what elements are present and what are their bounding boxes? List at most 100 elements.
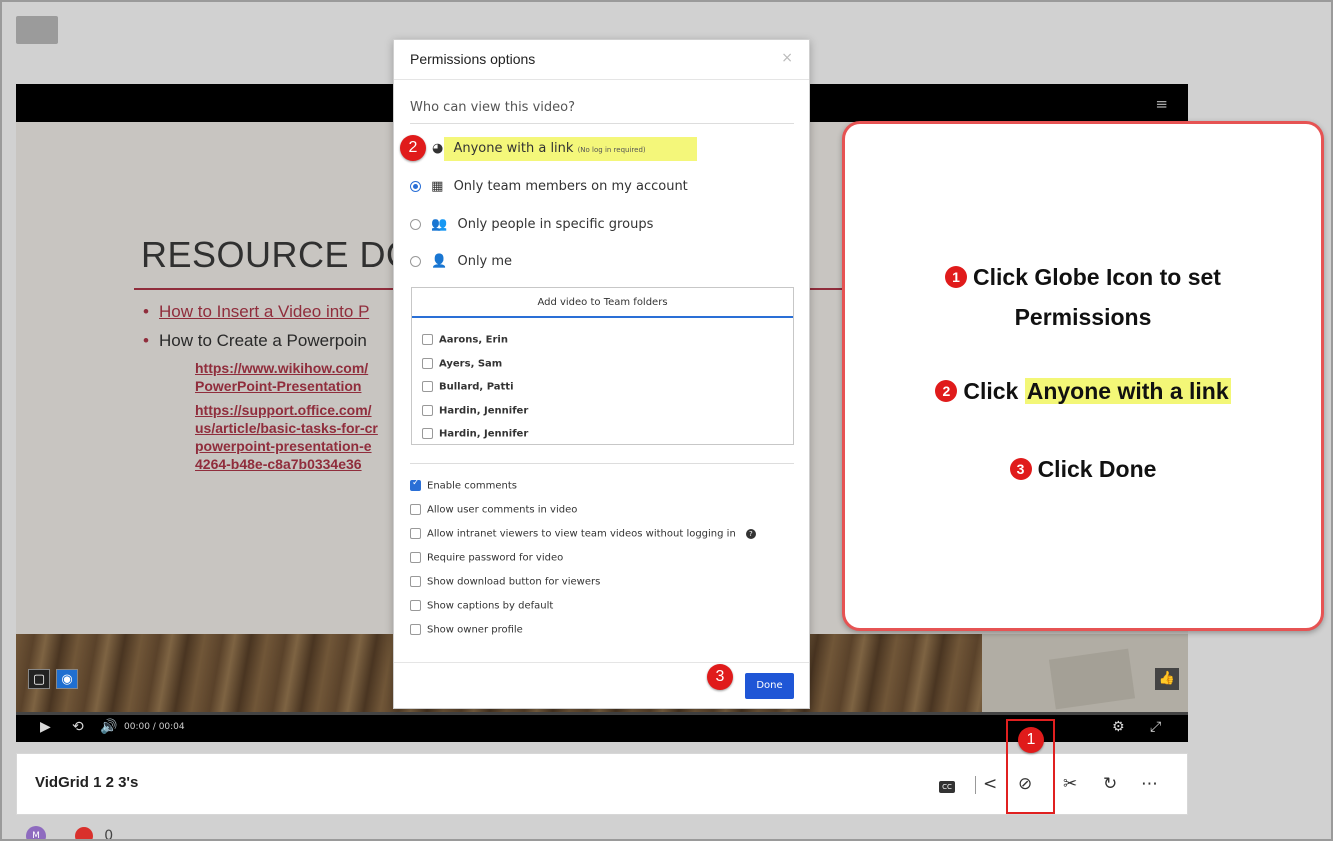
captions-button[interactable]: CC [939, 781, 955, 793]
permission-question: Who can view this video? [410, 100, 575, 115]
progress-bar[interactable] [16, 712, 1188, 715]
member-name: Hardin, Jennifer [439, 405, 529, 416]
instruction-step-1: 1 Click Globe Icon to set [845, 264, 1321, 291]
instruction-step-3: 3 Click Done [845, 456, 1321, 483]
checkbox[interactable] [422, 334, 433, 345]
enable-comments-option[interactable]: Enable comments [410, 478, 756, 504]
checkbox[interactable] [422, 357, 433, 369]
checkbox[interactable] [422, 381, 433, 392]
modal-title: Permissions options [410, 51, 536, 67]
checkbox-label: Show captions by default [427, 600, 554, 612]
divider [410, 123, 794, 124]
step-text: Click Globe Icon to set [973, 264, 1221, 290]
step-number-3: 3 [1009, 458, 1032, 480]
checkbox[interactable] [410, 576, 421, 587]
person-icon: 👤 [431, 254, 448, 269]
help-icon[interactable]: ? [745, 528, 756, 539]
share-icon[interactable]: < [983, 774, 997, 794]
building-icon: ▦ [431, 179, 444, 194]
thumbs-up-icon[interactable]: 👍 [1155, 668, 1179, 690]
option-label: Only people in specific groups [457, 217, 654, 232]
team-member-list[interactable]: Aarons, Erin Ayers, Sam Bullard, Patti H… [422, 334, 528, 452]
reaction-icon[interactable] [75, 826, 94, 839]
instruction-step-2: 2 Click Anyone with a link [845, 378, 1321, 405]
modal-header: Permissions options × [394, 40, 809, 80]
member-name: Aarons, Erin [439, 334, 508, 346]
divider [410, 463, 794, 464]
list-item[interactable]: Ayers, Sam [422, 357, 528, 382]
list-item[interactable]: Hardin, Jennifer [422, 404, 529, 429]
radio-selected[interactable] [410, 181, 421, 192]
team-folders-box: Add video to Team folders Aarons, Erin A… [411, 287, 794, 445]
play-icon[interactable]: ▶ [40, 719, 51, 735]
checkbox-checked[interactable] [410, 478, 421, 491]
member-name: Ayers, Sam [439, 358, 503, 369]
loop-icon[interactable]: ⟲ [72, 719, 84, 735]
toolbar-divider [975, 776, 976, 794]
checkbox-label: Show owner profile [427, 624, 523, 636]
checkbox-label: Require password for video [427, 552, 564, 564]
step-number-1: 1 [945, 266, 968, 288]
allow-intranet-viewers-option[interactable]: Allow intranet viewers to view team vide… [410, 528, 756, 552]
permissions-modal: Permissions options × Who can view this … [393, 39, 810, 709]
radio[interactable] [410, 219, 421, 230]
close-icon[interactable]: × [781, 50, 793, 66]
step-badge-1: 1 [1018, 727, 1044, 753]
step-badge-2: 2 [400, 135, 426, 161]
option-note: (No log in required) [577, 146, 646, 154]
checkbox[interactable] [410, 552, 421, 563]
eye-icon[interactable]: ◉ [56, 669, 78, 689]
group-icon: 👥 [431, 217, 448, 232]
option-only-me[interactable]: 👤 Only me [410, 254, 512, 269]
highlighted-text: Anyone with a link [1024, 378, 1231, 404]
option-team-members[interactable]: ▦ Only team members on my account [410, 179, 688, 194]
step-text: Click Done [1037, 456, 1157, 482]
option-specific-groups[interactable]: 👥 Only people in specific groups [410, 217, 653, 232]
option-label: Anyone with a link [453, 141, 574, 156]
list-item[interactable]: Hardin, Jennifer [422, 428, 528, 452]
checkbox[interactable] [410, 624, 421, 635]
show-download-option[interactable]: Show download button for viewers [410, 576, 756, 600]
checkbox[interactable] [422, 404, 433, 416]
option-anyone-with-link[interactable]: ◕ Anyone with a link (No log in required… [432, 141, 646, 156]
member-name: Hardin, Jennifer [439, 428, 529, 440]
show-captions-option[interactable]: Show captions by default [410, 600, 756, 624]
step-text: Click [963, 378, 1019, 404]
player-side-icons: ▢ ◉ [28, 668, 84, 689]
radio[interactable] [410, 256, 421, 267]
avatar[interactable]: M [26, 825, 46, 839]
modal-footer-divider [394, 662, 809, 663]
screenshot-frame: ≡ RESOURCE DOCU How to Insert a Video in… [0, 0, 1333, 841]
checkbox[interactable] [410, 504, 421, 515]
checkbox-label: Show download button for viewers [427, 576, 601, 588]
show-owner-profile-option[interactable]: Show owner profile [410, 624, 756, 648]
checkbox[interactable] [422, 428, 433, 439]
time-display: 00:00 / 00:04 [124, 722, 185, 732]
step-number-2: 2 [935, 380, 958, 402]
settings-gear-icon[interactable]: ⚙ [1112, 719, 1125, 735]
comment-icon[interactable]: ▢ [28, 669, 50, 689]
fullscreen-icon[interactable]: ⤢ [1150, 719, 1161, 735]
option-label: Only team members on my account [453, 179, 688, 194]
list-item[interactable]: Bullard, Patti [422, 381, 528, 405]
more-icon[interactable]: ⋯ [1141, 774, 1158, 794]
team-folders-header[interactable]: Add video to Team folders [412, 288, 793, 318]
list-item[interactable]: Aarons, Erin [422, 334, 528, 358]
checkbox[interactable] [410, 528, 421, 539]
video-meta-row: M 0 [26, 825, 114, 841]
checkbox[interactable] [410, 600, 421, 611]
scissors-icon[interactable]: ✂ [1063, 774, 1077, 794]
checkbox-label: Enable comments [427, 480, 517, 492]
step-badge-3: 3 [707, 664, 733, 690]
require-password-option[interactable]: Require password for video [410, 552, 756, 576]
refresh-icon[interactable]: ↻ [1103, 774, 1117, 794]
done-button[interactable]: Done [745, 673, 794, 699]
instruction-card: 1 Click Globe Icon to set Permissions 2 Cl… [842, 121, 1324, 631]
volume-icon[interactable]: 🔊 [100, 719, 117, 735]
option-label: Only me [457, 254, 513, 269]
checkbox-label: Allow intranet viewers to view team vide… [427, 528, 736, 540]
allow-user-comments-option[interactable]: Allow user comments in video [410, 504, 756, 528]
video-settings-checkboxes: Enable comments Allow user comments in v… [410, 478, 756, 648]
reaction-count: 0 [104, 827, 114, 841]
instruction-step-1-continued: Permissions [1014, 304, 1152, 330]
